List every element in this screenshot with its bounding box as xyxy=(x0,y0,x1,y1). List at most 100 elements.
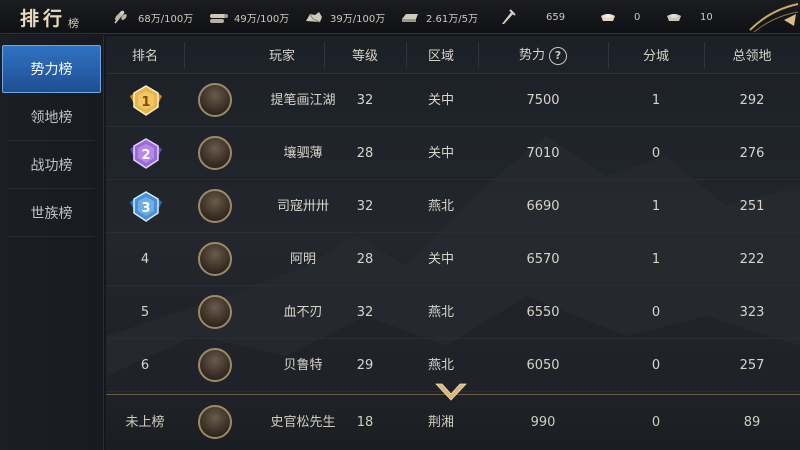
header-rank: 排名 xyxy=(131,49,158,64)
player-power: 6050 xyxy=(526,358,560,373)
avatar[interactable] xyxy=(198,348,232,382)
scroll-down-chevron-icon[interactable] xyxy=(434,382,468,402)
avatar[interactable] xyxy=(198,242,232,276)
avatar[interactable] xyxy=(198,136,232,170)
table-header: 排名 玩家 等级 区域 势力? 分城 总领地 xyxy=(106,36,800,74)
resource-iron-value: 2.61万/5万 xyxy=(426,13,478,25)
sidebar-item-label: 势力榜 xyxy=(30,62,73,78)
rank-number: 5 xyxy=(140,305,150,320)
ranking-category-sidebar: 势力榜 领地榜 战功榜 世族榜 xyxy=(0,35,104,450)
avatar[interactable] xyxy=(198,83,232,117)
player-region: 关中 xyxy=(427,252,454,267)
sidebar-item-label: 世族榜 xyxy=(30,205,73,222)
iron-icon xyxy=(400,9,420,25)
player-territory: 251 xyxy=(739,199,765,214)
player-cities: 0 xyxy=(651,358,661,373)
resource-silver-value: 10 xyxy=(700,11,713,23)
back-button[interactable] xyxy=(744,0,800,34)
my-territory: 89 xyxy=(743,415,761,430)
wood-icon xyxy=(208,9,228,25)
player-level: 29 xyxy=(356,358,374,373)
player-region: 燕北 xyxy=(427,199,454,214)
avatar[interactable] xyxy=(198,405,232,439)
player-cities: 0 xyxy=(651,146,661,161)
avatar[interactable] xyxy=(198,189,232,223)
page-title-sub: 榜 xyxy=(68,17,80,30)
header-level: 等级 xyxy=(351,49,378,64)
resource-gold: 0 xyxy=(598,0,640,34)
player-cities: 1 xyxy=(651,93,661,108)
resource-wood-value: 49万/100万 xyxy=(234,13,290,25)
sidebar-item-label: 领地榜 xyxy=(30,109,73,126)
table-row[interactable]: 2 壤驷薄 28 关中 7010 0 276 xyxy=(106,127,800,180)
player-level: 32 xyxy=(356,199,374,214)
my-level: 18 xyxy=(356,415,374,430)
resource-iron: 2.61万/5万 xyxy=(400,0,478,34)
my-cities: 0 xyxy=(651,415,661,430)
player-region: 关中 xyxy=(427,93,454,108)
player-cities: 1 xyxy=(651,199,661,214)
rank-number: 1 xyxy=(141,95,150,110)
sidebar-item-power-ranking[interactable]: 势力榜 xyxy=(2,45,101,93)
resource-wood: 49万/100万 xyxy=(208,0,289,34)
player-cities: 1 xyxy=(651,252,661,267)
my-power: 990 xyxy=(530,415,556,430)
resource-grain-value: 68万/100万 xyxy=(138,13,194,25)
help-icon[interactable]: ? xyxy=(549,46,567,65)
silver-icon xyxy=(664,9,684,25)
player-level: 28 xyxy=(356,252,374,267)
my-region: 荆湘 xyxy=(427,415,454,430)
resource-silver: 10 xyxy=(664,0,713,34)
table-row[interactable]: 1 提笔画江湖 32 关中 7500 1 292 xyxy=(106,74,800,127)
header-power-label: 势力 xyxy=(518,48,545,64)
gold-rank-badge-icon: 1 xyxy=(128,84,162,118)
rank-number: 3 xyxy=(141,201,150,216)
table-row[interactable]: 3 司寇卅卅 32 燕北 6690 1 251 xyxy=(106,180,800,233)
resource-order-value: 659 xyxy=(546,11,566,23)
player-territory: 276 xyxy=(739,146,765,161)
player-level: 32 xyxy=(356,305,374,320)
avatar[interactable] xyxy=(198,295,232,329)
player-power: 6550 xyxy=(526,305,560,320)
player-power: 7010 xyxy=(526,146,560,161)
player-territory: 323 xyxy=(739,305,765,320)
player-region: 关中 xyxy=(427,146,454,161)
header-power: 势力? xyxy=(478,44,608,65)
page-title-main: 排行 xyxy=(20,7,67,30)
player-power: 7500 xyxy=(526,93,560,108)
player-territory: 222 xyxy=(739,252,765,267)
player-territory: 292 xyxy=(739,93,765,108)
sidebar-item-territory-ranking[interactable]: 领地榜 xyxy=(8,93,95,141)
table-row[interactable]: 4 阿明 28 关中 6570 1 222 xyxy=(106,233,800,286)
rank-number: 4 xyxy=(140,252,150,267)
grain-icon xyxy=(112,9,132,25)
sidebar-item-merit-ranking[interactable]: 战功榜 xyxy=(8,141,95,189)
player-level: 32 xyxy=(356,93,374,108)
gold-icon xyxy=(598,9,618,25)
ranking-table: 排名 玩家 等级 区域 势力? 分城 总领地 1 提笔画江湖 32 关中 750… xyxy=(106,36,800,450)
player-territory: 257 xyxy=(739,358,765,373)
blue-rank-badge-icon: 3 xyxy=(128,190,162,224)
table-row[interactable]: 5 血不刃 32 燕北 6550 0 323 xyxy=(106,286,800,339)
header-territory: 总领地 xyxy=(732,49,772,64)
player-cities: 0 xyxy=(651,305,661,320)
stone-icon xyxy=(304,9,324,25)
resource-gold-value: 0 xyxy=(634,11,641,23)
top-resource-bar: 排行 榜 68万/100万 49万/100万 39万/100万 2.61万/5万… xyxy=(0,0,800,34)
rank-number: 2 xyxy=(141,148,150,163)
my-ranking-row: 未上榜 史官松先生 18 荆湘 990 0 89 xyxy=(106,394,800,450)
rank-number: 6 xyxy=(140,358,150,373)
sidebar-item-label: 战功榜 xyxy=(30,157,73,174)
resource-stone: 39万/100万 xyxy=(304,0,385,34)
header-region: 区域 xyxy=(427,49,454,64)
player-region: 燕北 xyxy=(427,305,454,320)
resource-grain: 68万/100万 xyxy=(112,0,193,34)
order-icon xyxy=(498,9,518,25)
page-title: 排行 榜 xyxy=(0,0,108,34)
resource-order: 659 xyxy=(498,0,565,34)
player-power: 6690 xyxy=(526,199,560,214)
player-power: 6570 xyxy=(526,252,560,267)
player-level: 28 xyxy=(356,146,374,161)
sidebar-item-clan-ranking[interactable]: 世族榜 xyxy=(8,189,95,237)
header-cities: 分城 xyxy=(642,49,669,64)
